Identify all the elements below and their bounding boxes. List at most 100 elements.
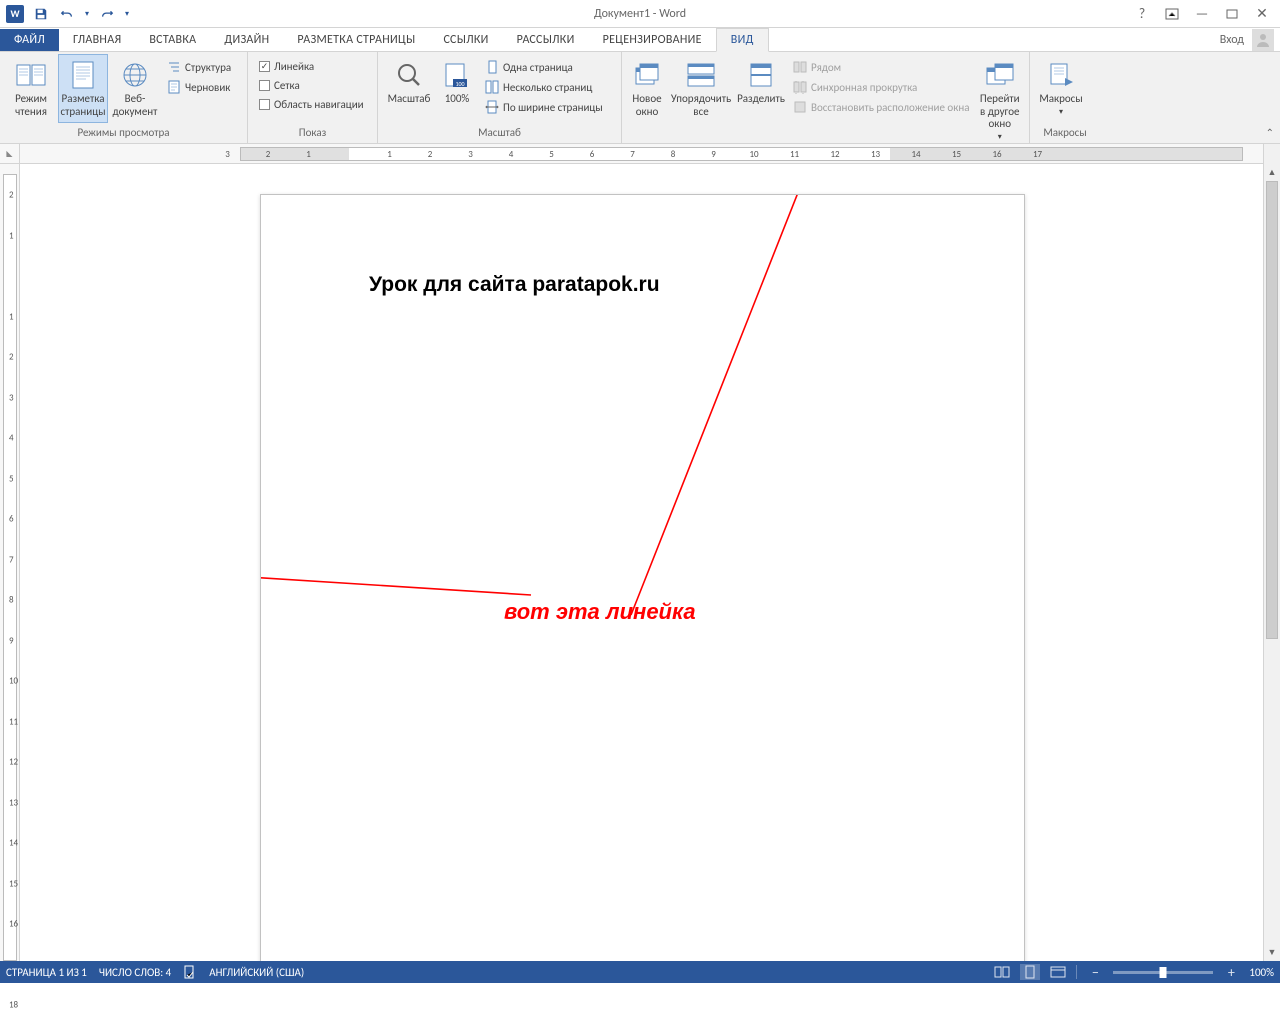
- collapse-ribbon-button[interactable]: ⌃: [1266, 126, 1274, 139]
- zoom-level[interactable]: 100%: [1249, 966, 1274, 979]
- tab-insert[interactable]: ВСТАВКА: [135, 29, 210, 51]
- zoom-out-button[interactable]: −: [1085, 964, 1105, 980]
- draft-icon: [167, 80, 181, 94]
- tab-references[interactable]: ССЫЛКИ: [429, 29, 502, 51]
- status-page[interactable]: СТРАНИЦА 1 ИЗ 1: [6, 966, 87, 979]
- group-view-modes: Режим чтения Разметка страницы Веб-докум…: [0, 52, 248, 143]
- scroll-track[interactable]: [1264, 181, 1280, 944]
- view-web-layout-button[interactable]: [1048, 964, 1068, 980]
- vertical-scrollbar[interactable]: ▲ ▼: [1263, 164, 1280, 961]
- word-app-icon: W: [6, 5, 24, 23]
- split-icon: [745, 59, 777, 91]
- page[interactable]: Урок для сайта paratapok.ru вот эта лине…: [260, 194, 1025, 961]
- scroll-down-button[interactable]: ▼: [1264, 944, 1280, 961]
- minimize-button[interactable]: —: [1188, 4, 1216, 24]
- status-language[interactable]: АНГЛИЙСКИЙ (США): [209, 966, 304, 979]
- svg-text:100: 100: [455, 80, 464, 88]
- tab-design[interactable]: ДИЗАЙН: [210, 29, 283, 51]
- scroll-thumb[interactable]: [1266, 181, 1278, 639]
- zoom-slider[interactable]: [1113, 971, 1213, 974]
- web-layout-icon: [119, 59, 151, 91]
- outline-button[interactable]: Структура: [162, 58, 236, 76]
- scroll-up-button[interactable]: ▲: [1264, 164, 1280, 181]
- switch-windows-button[interactable]: Перейти в другое окно▾: [976, 54, 1023, 147]
- read-mode-icon: [15, 59, 47, 91]
- zoom-in-button[interactable]: +: [1221, 964, 1241, 980]
- navigation-pane-checkbox[interactable]: Область навигации: [254, 96, 371, 113]
- close-button[interactable]: ✕: [1248, 4, 1276, 24]
- arrange-all-button[interactable]: Упорядочить все: [668, 54, 734, 147]
- switch-windows-icon: [984, 59, 1016, 91]
- new-window-icon: [631, 59, 663, 91]
- ruler-end-spacer: [1263, 144, 1280, 164]
- gridlines-checkbox[interactable]: Сетка: [254, 77, 371, 94]
- macros-button[interactable]: Макросы▾: [1036, 54, 1086, 122]
- web-layout-button[interactable]: Веб-документ: [110, 54, 160, 123]
- side-by-side-icon: [793, 60, 807, 74]
- page-layout-button[interactable]: Разметка страницы: [58, 54, 108, 123]
- ribbon-tabs: ФАЙЛ ГЛАВНАЯ ВСТАВКА ДИЗАЙН РАЗМЕТКА СТР…: [0, 28, 1280, 52]
- sync-scroll-icon: [793, 80, 807, 94]
- new-window-button[interactable]: Новое окно: [628, 54, 666, 147]
- page-width-button[interactable]: По ширине страницы: [480, 98, 608, 116]
- status-bar: СТРАНИЦА 1 ИЗ 1 ЧИСЛО СЛОВ: 4 АНГЛИЙСКИЙ…: [0, 961, 1280, 983]
- group-macros: Макросы▾ Макросы: [1030, 52, 1100, 143]
- workspace: 21123456789101112131415161718 Урок для с…: [0, 164, 1280, 961]
- draft-button[interactable]: Черновик: [162, 78, 236, 96]
- document-area[interactable]: Урок для сайта paratapok.ru вот эта лине…: [20, 164, 1263, 961]
- group-label-macros: Макросы: [1036, 126, 1094, 141]
- one-page-icon: [485, 60, 499, 74]
- undo-button[interactable]: [56, 3, 78, 25]
- group-zoom: Масштаб 100 100% Одна страница Несколько…: [378, 52, 622, 143]
- tab-page-layout[interactable]: РАЗМЕТКА СТРАНИЦЫ: [283, 29, 429, 51]
- one-page-button[interactable]: Одна страница: [480, 58, 608, 76]
- maximize-button[interactable]: [1218, 4, 1246, 24]
- ribbon: Режим чтения Разметка страницы Веб-докум…: [0, 52, 1280, 144]
- help-button[interactable]: ?: [1128, 4, 1156, 24]
- view-read-mode-button[interactable]: [992, 964, 1012, 980]
- page-annotation-text: вот эта линейка: [504, 599, 696, 625]
- multiple-pages-button[interactable]: Несколько страниц: [480, 78, 608, 96]
- page-width-icon: [485, 100, 499, 114]
- zoom-100-button[interactable]: 100 100%: [436, 54, 478, 116]
- group-show: ✓Линейка Сетка Область навигации Показ: [248, 52, 378, 143]
- synchronous-scrolling-button: Синхронная прокрутка: [788, 78, 974, 96]
- status-proofing-icon[interactable]: [183, 965, 197, 979]
- arrange-all-icon: [685, 59, 717, 91]
- status-word-count[interactable]: ЧИСЛО СЛОВ: 4: [99, 966, 171, 979]
- sign-in-link[interactable]: Вход: [1220, 33, 1244, 47]
- zoom-slider-handle[interactable]: [1160, 967, 1167, 978]
- macros-icon: [1045, 59, 1077, 91]
- group-label-zoom: Масштаб: [384, 126, 615, 141]
- horizontal-ruler[interactable]: 3211234567891011121314151617: [20, 144, 1263, 164]
- qat-customize-icon[interactable]: ▾: [122, 3, 132, 25]
- reset-window-position-button: Восстановить расположение окна: [788, 98, 974, 116]
- page-heading-text[interactable]: Урок для сайта paratapok.ru: [369, 273, 660, 297]
- user-avatar-icon[interactable]: [1252, 29, 1274, 51]
- tab-mailings[interactable]: РАССЫЛКИ: [503, 29, 589, 51]
- checkbox-icon: [259, 99, 270, 110]
- read-mode-button[interactable]: Режим чтения: [6, 54, 56, 123]
- ruler-checkbox[interactable]: ✓Линейка: [254, 58, 371, 75]
- group-label-view-modes: Режимы просмотра: [6, 126, 241, 141]
- checkbox-icon: [259, 80, 270, 91]
- quick-access-toolbar: ▾ ▾: [30, 3, 132, 25]
- view-side-by-side-button: Рядом: [788, 58, 974, 76]
- save-button[interactable]: [30, 3, 52, 25]
- view-print-layout-button[interactable]: [1020, 964, 1040, 980]
- tab-view[interactable]: ВИД: [716, 28, 769, 52]
- tab-home[interactable]: ГЛАВНАЯ: [59, 29, 135, 51]
- tab-file[interactable]: ФАЙЛ: [0, 29, 59, 51]
- annotation-arrows: [261, 195, 1161, 895]
- ribbon-display-options-button[interactable]: [1158, 4, 1186, 24]
- vertical-ruler[interactable]: 21123456789101112131415161718: [0, 164, 20, 961]
- undo-dropdown-icon[interactable]: ▾: [82, 3, 92, 25]
- split-button[interactable]: Разделить: [736, 54, 786, 147]
- checkbox-checked-icon: ✓: [259, 61, 270, 72]
- ruler-corner-icon[interactable]: ◣: [0, 144, 20, 164]
- redo-button[interactable]: [96, 3, 118, 25]
- multi-pages-icon: [485, 80, 499, 94]
- zoom-button[interactable]: Масштаб: [384, 54, 434, 116]
- magnifier-icon: [393, 59, 425, 91]
- tab-review[interactable]: РЕЦЕНЗИРОВАНИЕ: [589, 29, 716, 51]
